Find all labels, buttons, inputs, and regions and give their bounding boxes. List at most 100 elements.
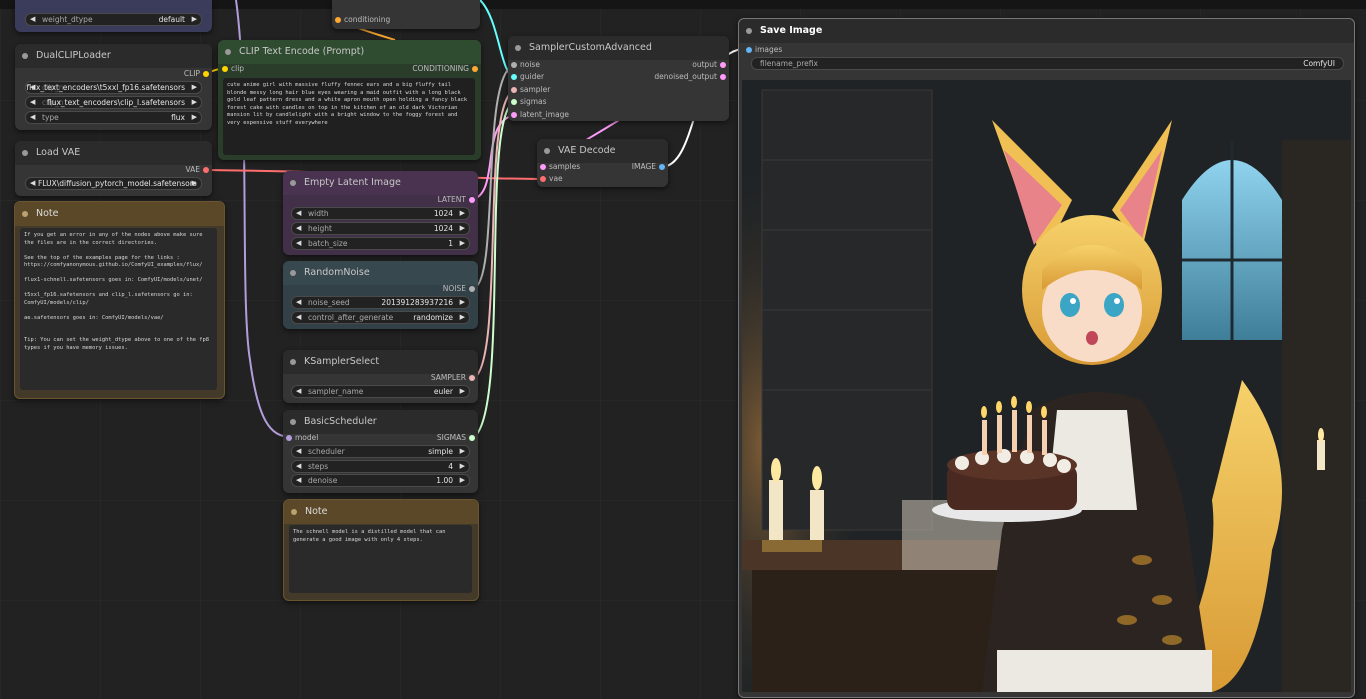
arrow-right-icon[interactable]: ▶ xyxy=(192,97,197,108)
node-title[interactable]: KSamplerSelect xyxy=(283,350,478,374)
partial-loader-node[interactable]: ◀ weight_dtype default ▶ xyxy=(15,0,212,32)
weight-dtype-select[interactable]: ◀ weight_dtype default ▶ xyxy=(25,13,202,26)
vae-input[interactable]: vae xyxy=(540,174,563,184)
arrow-right-icon[interactable]: ▶ xyxy=(460,461,465,472)
sigmas-output-dot[interactable] xyxy=(469,435,475,441)
clip-name1-select[interactable]: ◀ clip_n flux_text_encoders\t5xxl_fp16.s… xyxy=(25,81,202,94)
node-title[interactable]: Load VAE xyxy=(15,141,212,165)
denoised-output-slot[interactable]: denoised_output xyxy=(654,72,726,82)
conditioning-dot[interactable] xyxy=(335,17,341,23)
latent-output-dot[interactable] xyxy=(469,197,475,203)
samples-input-dot[interactable] xyxy=(540,164,546,170)
save-image-node[interactable]: Save Image images filename_prefix ComfyU… xyxy=(738,18,1355,698)
batch-size-input[interactable]: ◀ batch_size 1 ▶ xyxy=(291,237,470,250)
guider-input-dot[interactable] xyxy=(511,74,517,80)
node-title[interactable]: SamplerCustomAdvanced xyxy=(508,36,729,60)
images-input-dot[interactable] xyxy=(746,47,752,53)
arrow-left-icon[interactable]: ◀ xyxy=(296,223,301,234)
guider-input[interactable]: guider xyxy=(511,72,544,82)
clip-input[interactable]: clip xyxy=(222,64,244,74)
arrow-left-icon[interactable]: ◀ xyxy=(30,14,35,25)
arrow-right-icon[interactable]: ▶ xyxy=(460,208,465,219)
arrow-left-icon[interactable]: ◀ xyxy=(296,297,301,308)
arrow-left-icon[interactable]: ◀ xyxy=(30,97,35,108)
height-input[interactable]: ◀ height 1024 ▶ xyxy=(291,222,470,235)
arrow-right-icon[interactable]: ▶ xyxy=(192,14,197,25)
node-title[interactable]: DualCLIPLoader xyxy=(15,44,212,68)
conditioning-input[interactable]: conditioning xyxy=(335,15,390,25)
clip-output[interactable]: CLIP xyxy=(184,69,209,79)
arrow-right-icon[interactable]: ▶ xyxy=(192,178,197,189)
scheduler-select[interactable]: ◀ scheduler simple ▶ xyxy=(291,445,470,458)
dualcliploader-node[interactable]: DualCLIPLoader CLIP ◀ clip_n flux_text_e… xyxy=(15,44,212,130)
arrow-left-icon[interactable]: ◀ xyxy=(296,208,301,219)
control-after-generate-select[interactable]: ◀ control_after_generate randomize ▶ xyxy=(291,311,470,324)
vae-output[interactable]: VAE xyxy=(185,165,209,175)
model-input-dot[interactable] xyxy=(286,435,292,441)
denoised-output-dot[interactable] xyxy=(720,74,726,80)
arrow-right-icon[interactable]: ▶ xyxy=(460,386,465,397)
arrow-left-icon[interactable]: ◀ xyxy=(30,112,35,123)
arrow-left-icon[interactable]: ◀ xyxy=(296,238,301,249)
clip-name2-select[interactable]: ◀ clip_n flux_text_encoders\clip_l.safet… xyxy=(25,96,202,109)
image-output[interactable]: IMAGE xyxy=(632,162,665,172)
sampler-output-dot[interactable] xyxy=(469,375,475,381)
node-title[interactable]: BasicScheduler xyxy=(283,410,478,434)
sampler-input[interactable]: sampler xyxy=(511,85,550,95)
node-title[interactable]: Note xyxy=(284,500,478,524)
latent-image-input-dot[interactable] xyxy=(511,112,517,118)
node-title[interactable]: Empty Latent Image xyxy=(283,171,478,195)
arrow-left-icon[interactable]: ◀ xyxy=(296,461,301,472)
clip-text-encode-node[interactable]: CLIP Text Encode (Prompt) clip CONDITION… xyxy=(218,40,481,160)
arrow-left-icon[interactable]: ◀ xyxy=(296,386,301,397)
images-input[interactable]: images xyxy=(746,45,782,55)
note-node-1[interactable]: Note If you get an error in any of the n… xyxy=(14,201,225,399)
arrow-right-icon[interactable]: ▶ xyxy=(192,82,197,93)
vae-name-select[interactable]: ◀ FLUX\diffusion_pytorch_model.safetenso… xyxy=(25,177,202,190)
arrow-right-icon[interactable]: ▶ xyxy=(460,297,465,308)
vae-input-dot[interactable] xyxy=(540,176,546,182)
arrow-right-icon[interactable]: ▶ xyxy=(460,312,465,323)
partial-guider-node[interactable]: conditioning xyxy=(332,0,480,29)
arrow-left-icon[interactable]: ◀ xyxy=(30,178,35,189)
note1-text[interactable]: If you get an error in any of the nodes … xyxy=(20,228,217,390)
sampler-output[interactable]: SAMPLER xyxy=(431,373,475,383)
conditioning-output[interactable]: CONDITIONING xyxy=(412,64,478,74)
arrow-right-icon[interactable]: ▶ xyxy=(460,238,465,249)
note-node-2[interactable]: Note The schnell model is a distilled mo… xyxy=(283,499,479,601)
note2-text[interactable]: The schnell model is a distilled model t… xyxy=(289,525,472,593)
arrow-left-icon[interactable]: ◀ xyxy=(296,475,301,486)
noise-output-dot[interactable] xyxy=(469,286,475,292)
steps-input[interactable]: ◀ steps 4 ▶ xyxy=(291,460,470,473)
noise-input[interactable]: noise xyxy=(511,60,540,70)
denoise-input[interactable]: ◀ denoise 1.00 ▶ xyxy=(291,474,470,487)
latent-image-input[interactable]: latent_image xyxy=(511,110,569,120)
node-title[interactable]: Save Image xyxy=(739,19,1354,43)
noise-output[interactable]: NOISE xyxy=(443,284,475,294)
filename-prefix-input[interactable]: filename_prefix ComfyUI xyxy=(751,57,1344,70)
output-slot[interactable]: output xyxy=(692,60,726,70)
type-select[interactable]: ◀ type flux ▶ xyxy=(25,111,202,124)
arrow-right-icon[interactable]: ▶ xyxy=(460,475,465,486)
noise-seed-input[interactable]: ◀ noise_seed 201391283937216 ▶ xyxy=(291,296,470,309)
arrow-left-icon[interactable]: ◀ xyxy=(296,312,301,323)
load-vae-node[interactable]: Load VAE VAE ◀ FLUX\diffusion_pytorch_mo… xyxy=(15,141,212,196)
samples-input[interactable]: samples xyxy=(540,162,580,172)
sigmas-input-dot[interactable] xyxy=(511,99,517,105)
ksampler-select-node[interactable]: KSamplerSelect SAMPLER ◀ sampler_name eu… xyxy=(283,350,478,403)
model-input[interactable]: model xyxy=(286,433,318,443)
sampler-custom-advanced-node[interactable]: SamplerCustomAdvanced noise guider sampl… xyxy=(508,36,729,121)
image-output-dot[interactable] xyxy=(659,164,665,170)
sampler-input-dot[interactable] xyxy=(511,87,517,93)
sigmas-input[interactable]: sigmas xyxy=(511,97,547,107)
output-dot[interactable] xyxy=(720,62,726,68)
clip-output-dot[interactable] xyxy=(203,71,209,77)
arrow-right-icon[interactable]: ▶ xyxy=(460,223,465,234)
random-noise-node[interactable]: RandomNoise NOISE ◀ noise_seed 201391283… xyxy=(283,261,478,329)
arrow-left-icon[interactable]: ◀ xyxy=(296,446,301,457)
vae-output-dot[interactable] xyxy=(203,167,209,173)
node-title[interactable]: RandomNoise xyxy=(283,261,478,285)
node-title[interactable]: Note xyxy=(15,202,224,226)
vae-decode-node[interactable]: VAE Decode samples vae IMAGE xyxy=(537,139,668,187)
node-title[interactable]: CLIP Text Encode (Prompt) xyxy=(218,40,481,64)
